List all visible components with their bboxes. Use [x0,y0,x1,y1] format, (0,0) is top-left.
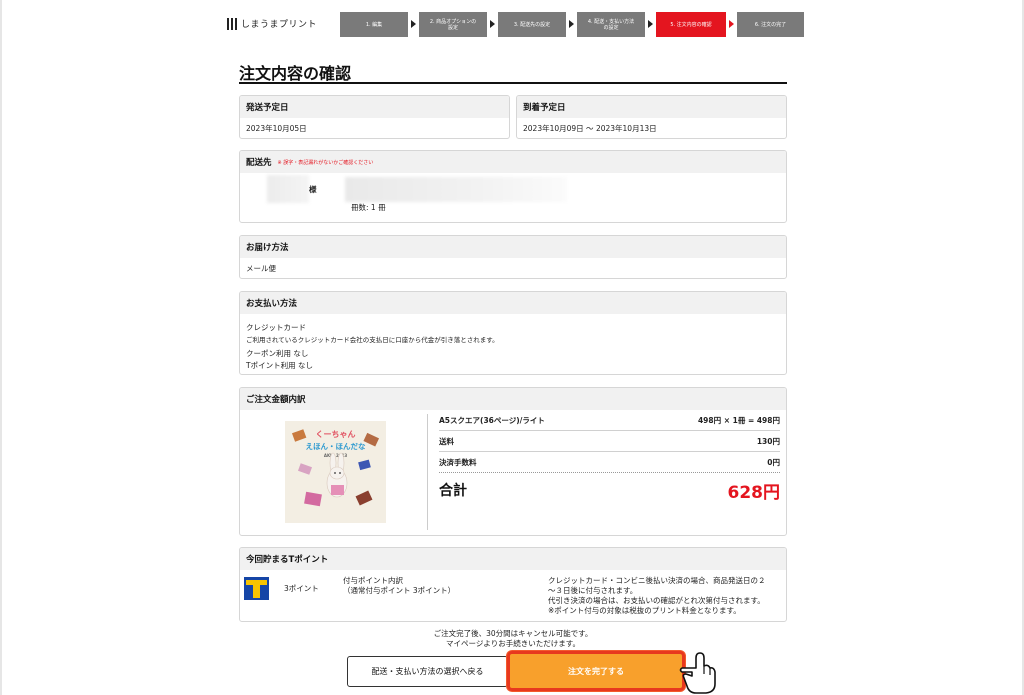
logo-text: しまうまプリント [241,20,318,30]
step-arrow-icon [490,20,495,28]
mypage-note: マイページよりお手続きいただけます。 [446,639,580,648]
arrival-date-value: 2023年10月09日 〜 2023年10月13日 [523,124,657,133]
tpoint-earn-heading: 今回貯まるTポイント [240,548,786,570]
total-label: 合計 [439,483,467,499]
step-arrow-icon [729,20,734,28]
tpoint-detail-line: （通常付与ポイント 3ポイント） [343,586,456,595]
delivery-method: メール便 [246,264,276,273]
shipping-date-box: 発送予定日 2023年10月05日 [239,95,510,139]
payment-method: クレジットカード [246,323,306,332]
payment-heading: お支払い方法 [240,292,786,314]
copies-count: 冊数: 1 冊 [351,203,386,212]
pointing-hand-icon [679,652,716,694]
site-logo[interactable]: しまうまプリント [227,17,317,30]
order-confirmation-page: しまうまプリント 1. 編集 2. 商品オプションの 設定 3. 配送先の設定 … [0,0,1024,695]
recipient-address-redacted [345,177,567,202]
shipping-fee-value: 130円 [756,437,780,446]
payment-fee-label: 決済手数料 [439,458,477,467]
destination-heading: 配送先 ※ 誤字・表記漏れがないかご確認ください [240,151,786,173]
coupon-usage: クーポン利用 なし [246,349,309,358]
recipient-name-redacted [267,175,309,203]
step-shipping-payment: 4. 配送・支払い方法 の設定 [577,12,645,37]
price-total-divider [439,472,780,473]
shipping-date-value: 2023年10月05日 [246,124,307,133]
page-title: 注文内容の確認 [239,64,352,83]
step-complete: 6. 注文の完了 [737,12,804,37]
cover-illustration [291,429,380,507]
delivery-box: お届け方法 メール便 [239,235,787,279]
payment-box: お支払い方法 クレジットカード ご利用されているクレジットカード会社の支払日に口… [239,291,787,375]
title-divider [239,82,787,84]
recipient-honorific: 様 [309,185,317,194]
back-button[interactable]: 配送・支払い方法の選択へ戻る [347,656,508,687]
total-value: 628円 [727,483,781,503]
step-arrow-icon [569,20,574,28]
destination-heading-label: 配送先 [246,158,272,168]
delivery-heading: お届け方法 [240,236,786,258]
price-row-divider [439,430,780,431]
step-arrow-icon [411,20,416,28]
complete-order-button[interactable]: 注文を完了する [507,651,685,691]
step-confirm: 5. 注文内容の確認 [656,12,726,37]
frame-left [0,0,2,695]
payment-description: ご利用されているクレジットカード会社の支払日に口座から代金が引き落とされます。 [246,336,499,344]
destination-note: ※ 誤字・表記漏れがないかご確認ください [277,159,374,166]
step-edit: 1. 編集 [340,12,408,37]
tpoint-note: ※ポイント付与の対象は税抜のプリント料金となります。 [548,606,741,615]
shipping-fee-label: 送料 [439,437,454,446]
price-divider [427,414,428,530]
price-breakdown-heading: ご注文金額内訳 [240,388,786,410]
tpoint-usage: Tポイント利用 なし [246,361,313,370]
product-name: A5スクエア(36ページ)/ライト [439,416,545,425]
product-cover-image: くーちゃん えほん・ほんだな AKKI 2013 [285,421,386,523]
product-price: 498円 × 1冊 = 498円 [697,416,780,425]
logo-icon [227,17,237,30]
arrival-date-heading: 到着予定日 [517,96,786,118]
tpoint-amount: 3ポイント [284,584,319,593]
shipping-date-heading: 発送予定日 [240,96,509,118]
step-destination: 3. 配送先の設定 [498,12,566,37]
step-arrow-icon [648,20,653,28]
price-row-divider [439,451,780,452]
arrival-date-box: 到着予定日 2023年10月09日 〜 2023年10月13日 [516,95,787,139]
payment-fee-value: 0円 [767,458,780,467]
step-product-options: 2. 商品オプションの 設定 [419,12,487,37]
tpoint-logo-icon [244,577,269,600]
